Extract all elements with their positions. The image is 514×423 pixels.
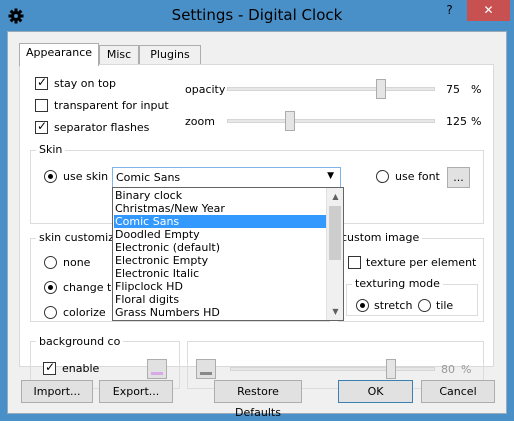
tile-radio[interactable] xyxy=(418,299,431,312)
zoom-label: zoom xyxy=(185,115,215,128)
stay-on-top-label[interactable]: stay on top xyxy=(54,77,116,90)
customization-change-radio[interactable] xyxy=(44,281,57,294)
chevron-down-icon: ▼ xyxy=(327,171,334,181)
skin-option[interactable]: Grass Numbers HD xyxy=(114,306,326,319)
skin-option[interactable]: Doodled Empty xyxy=(114,228,326,241)
skin-option-selected[interactable]: Comic Sans xyxy=(114,215,326,228)
scroll-up-icon[interactable]: ▲ xyxy=(327,188,344,205)
dropdown-scrollbar[interactable]: ▲ ▼ xyxy=(326,188,343,320)
title-bar[interactable]: Settings - Digital Clock ? ✕ xyxy=(0,0,514,31)
background-color-swatch[interactable] xyxy=(147,359,167,379)
texture-per-element-checkbox[interactable] xyxy=(348,256,361,269)
zoom-slider-thumb[interactable] xyxy=(285,111,295,131)
tab-appearance[interactable]: Appearance xyxy=(19,43,99,66)
zoom-value: 125 xyxy=(446,115,467,128)
background-slider-thumb[interactable] xyxy=(386,359,396,379)
stretch-label[interactable]: stretch xyxy=(374,299,412,312)
skin-option[interactable]: Electronic Italic xyxy=(114,267,326,280)
choose-font-button[interactable]: ... xyxy=(447,167,470,188)
background-color-title: background co xyxy=(36,335,124,348)
customization-colorize-label[interactable]: colorize xyxy=(63,306,106,319)
skin-dropdown-list[interactable]: Binary clock Christmas/New Year Comic Sa… xyxy=(112,187,344,321)
settings-window: Settings - Digital Clock ? ✕ Appearance … xyxy=(0,0,514,421)
scroll-down-icon[interactable]: ▼ xyxy=(327,303,344,320)
skin-option[interactable]: Electronic (default) xyxy=(114,241,326,254)
customization-none-radio[interactable] xyxy=(44,256,57,269)
skin-option[interactable]: Binary clock xyxy=(114,189,326,202)
import-button[interactable]: Import... xyxy=(21,380,93,403)
skin-combobox-value: Comic Sans xyxy=(116,171,181,184)
customization-change-label[interactable]: change te xyxy=(63,281,118,294)
background-slider-track[interactable] xyxy=(230,367,435,371)
skin-option[interactable]: Electronic Empty xyxy=(114,254,326,267)
background-value: 80 xyxy=(441,363,455,376)
texturing-mode-title: texturing mode xyxy=(352,277,443,290)
opacity-slider-thumb[interactable] xyxy=(376,79,386,99)
close-button[interactable]: ✕ xyxy=(467,0,510,21)
texture-color-swatch[interactable] xyxy=(196,359,216,379)
use-skin-radio[interactable] xyxy=(44,170,57,183)
separator-flashes-checkbox[interactable]: ✓ xyxy=(35,119,48,134)
skin-group-title: Skin xyxy=(36,143,66,156)
tile-label[interactable]: tile xyxy=(436,299,453,312)
opacity-unit: % xyxy=(471,83,482,96)
opacity-label: opacity xyxy=(185,83,226,96)
skin-option[interactable]: Christmas/New Year xyxy=(114,202,326,215)
background-enable-checkbox[interactable]: ✓ xyxy=(43,360,56,375)
export-button[interactable]: Export... xyxy=(99,380,173,403)
restore-defaults-button[interactable]: Restore Defaults xyxy=(214,380,302,419)
use-skin-label[interactable]: use skin xyxy=(63,170,108,183)
scroll-thumb[interactable] xyxy=(329,206,341,260)
cancel-button[interactable]: Cancel xyxy=(421,380,495,403)
opacity-slider-track[interactable] xyxy=(227,87,435,91)
skin-option[interactable]: Flipclock HD xyxy=(114,280,326,293)
stretch-radio[interactable] xyxy=(356,299,369,312)
ok-button[interactable]: OK xyxy=(338,380,413,403)
customization-colorize-radio[interactable] xyxy=(44,306,57,319)
skin-combobox[interactable]: Comic Sans ▼ xyxy=(112,167,341,188)
use-font-radio[interactable] xyxy=(376,170,389,183)
background-unit: % xyxy=(461,363,472,376)
skin-option[interactable]: Floral digits xyxy=(114,293,326,306)
transparent-for-input-label[interactable]: transparent for input xyxy=(54,99,169,112)
zoom-slider-track[interactable] xyxy=(227,119,435,123)
appearance-panel: ✓ stay on top transparent for input ✓ se… xyxy=(19,64,494,389)
tab-plugins[interactable]: Plugins xyxy=(139,45,201,65)
customization-none-label[interactable]: none xyxy=(63,256,90,269)
custom-image-title: custom image xyxy=(338,231,423,244)
use-font-label[interactable]: use font xyxy=(395,170,440,183)
dialog-client-area: Appearance Misc Plugins ✓ stay on top tr… xyxy=(7,31,507,419)
opacity-value: 75 xyxy=(446,83,460,96)
skin-customization-title: skin customiza xyxy=(36,231,124,244)
zoom-unit: % xyxy=(471,115,482,128)
texture-per-element-label[interactable]: texture per element xyxy=(366,256,476,269)
tab-misc[interactable]: Misc xyxy=(99,45,139,65)
background-enable-label[interactable]: enable xyxy=(62,362,99,375)
stay-on-top-checkbox[interactable]: ✓ xyxy=(35,75,48,90)
transparent-for-input-checkbox[interactable] xyxy=(35,99,48,112)
help-button[interactable]: ? xyxy=(436,0,463,21)
separator-flashes-label[interactable]: separator flashes xyxy=(54,121,149,134)
